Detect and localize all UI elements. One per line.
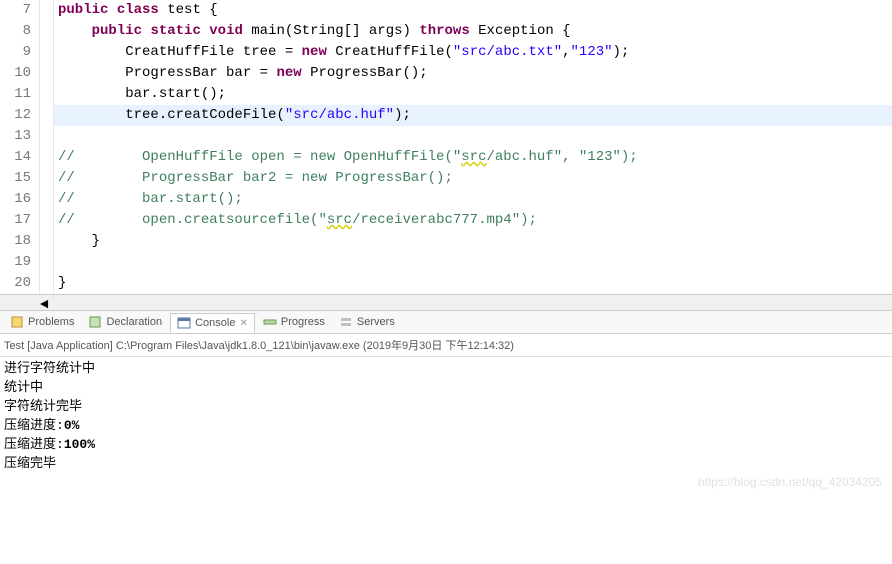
console-line: 字符统计完毕 — [4, 397, 888, 416]
code-content[interactable]: // open.creatsourcefile("src/receiverabc… — [54, 210, 537, 231]
problems-icon — [10, 315, 24, 329]
line-number: 10 — [0, 63, 40, 84]
line-number: 11 — [0, 84, 40, 105]
line-number: 12 — [0, 105, 40, 126]
code-line[interactable]: 20} — [0, 273, 892, 294]
code-line[interactable]: 17 // open.creatsourcefile("src/receivera… — [0, 210, 892, 231]
close-icon[interactable]: ✕ — [239, 318, 247, 329]
scroll-thumb-left: ◄ — [40, 297, 50, 307]
code-line[interactable]: 15 // ProgressBar bar2 = new ProgressBar(… — [0, 168, 892, 189]
tab-declaration[interactable]: Declaration — [82, 313, 168, 331]
watermark-text: https://blog.csdn.net/qq_42034205 — [698, 473, 882, 492]
code-line[interactable]: 10 ProgressBar bar = new ProgressBar(); — [0, 63, 892, 84]
console-line: 统计中 — [4, 378, 888, 397]
line-number: 20 — [0, 273, 40, 294]
tab-console[interactable]: Console ✕ — [170, 313, 255, 333]
console-icon — [177, 316, 191, 330]
line-number: 18 — [0, 231, 40, 252]
code-line[interactable]: 13 — [0, 126, 892, 147]
line-number: 17 — [0, 210, 40, 231]
folding-ruler[interactable] — [40, 147, 54, 168]
folding-ruler[interactable] — [40, 21, 54, 42]
code-line[interactable]: 16 // bar.start(); — [0, 189, 892, 210]
line-number: 19 — [0, 252, 40, 273]
servers-icon — [339, 315, 353, 329]
code-content[interactable]: public static void main(String[] args) t… — [54, 21, 571, 42]
code-line[interactable]: 7 public class test { — [0, 0, 892, 21]
folding-ruler[interactable] — [40, 189, 54, 210]
console-line: 压缩完毕 — [4, 454, 888, 473]
line-number: 13 — [0, 126, 40, 147]
code-line[interactable]: 8 public static void main(String[] args)… — [0, 21, 892, 42]
console-line: 压缩进度:100% — [4, 435, 888, 454]
folding-ruler[interactable] — [40, 105, 54, 126]
tab-problems[interactable]: Problems — [4, 313, 80, 331]
folding-ruler[interactable] — [40, 210, 54, 231]
tab-label: Problems — [28, 316, 74, 328]
code-content[interactable]: CreatHuffFile tree = new CreatHuffFile("… — [54, 42, 629, 63]
views-tabbar: Problems Declaration Console ✕ Progress Serve… — [0, 310, 892, 334]
code-content[interactable] — [54, 252, 58, 273]
code-line[interactable]: 12 tree.creatCodeFile("src/abc.huf"); — [0, 105, 892, 126]
console-line: 进行字符统计中 — [4, 359, 888, 378]
horizontal-scrollbar[interactable]: ◄ — [0, 294, 892, 310]
folding-ruler[interactable] — [40, 168, 54, 189]
code-content[interactable]: public class test { — [54, 0, 218, 21]
code-line[interactable]: 19 — [0, 252, 892, 273]
folding-ruler[interactable] — [40, 63, 54, 84]
tab-label: Console — [195, 317, 235, 329]
code-line[interactable]: 14 // OpenHuffFile open = new OpenHuffFil… — [0, 147, 892, 168]
line-number: 7 — [0, 0, 40, 21]
code-content[interactable]: ProgressBar bar = new ProgressBar(); — [54, 63, 428, 84]
code-content[interactable]: // OpenHuffFile open = new OpenHuffFile(… — [54, 147, 638, 168]
tab-progress[interactable]: Progress — [257, 313, 331, 331]
progress-icon — [263, 315, 277, 329]
tab-label: Progress — [281, 316, 325, 328]
code-content[interactable]: bar.start(); — [54, 84, 226, 105]
folding-ruler[interactable] — [40, 84, 54, 105]
line-number: 16 — [0, 189, 40, 210]
console-output[interactable]: 进行字符统计中统计中字符统计完毕压缩进度:0%压缩进度:100%压缩完毕 htt… — [0, 357, 892, 475]
line-number: 14 — [0, 147, 40, 168]
tab-label: Declaration — [106, 316, 162, 328]
code-content[interactable]: // ProgressBar bar2 = new ProgressBar(); — [54, 168, 453, 189]
folding-ruler[interactable] — [40, 273, 54, 294]
tab-label: Servers — [357, 316, 395, 328]
code-content[interactable]: // bar.start(); — [54, 189, 243, 210]
folding-ruler[interactable] — [40, 252, 54, 273]
code-line[interactable]: 9 CreatHuffFile tree = new CreatHuffFile… — [0, 42, 892, 63]
code-line[interactable]: 18 } — [0, 231, 892, 252]
tab-servers[interactable]: Servers — [333, 313, 401, 331]
folding-ruler[interactable] — [40, 0, 54, 21]
console-launch-info: Test [Java Application] C:\Program Files… — [0, 334, 892, 357]
code-content[interactable]: } — [54, 273, 66, 294]
code-content[interactable]: tree.creatCodeFile("src/abc.huf"); — [54, 105, 411, 126]
code-content[interactable] — [54, 126, 58, 147]
folding-ruler[interactable] — [40, 42, 54, 63]
code-line[interactable]: 11 bar.start(); — [0, 84, 892, 105]
code-editor[interactable]: 7public class test {8 public static void… — [0, 0, 892, 294]
line-number: 15 — [0, 168, 40, 189]
console-line: 压缩进度:0% — [4, 416, 888, 435]
declaration-icon — [88, 315, 102, 329]
folding-ruler[interactable] — [40, 231, 54, 252]
code-content[interactable]: } — [54, 231, 100, 252]
line-number: 8 — [0, 21, 40, 42]
line-number: 9 — [0, 42, 40, 63]
folding-ruler[interactable] — [40, 126, 54, 147]
